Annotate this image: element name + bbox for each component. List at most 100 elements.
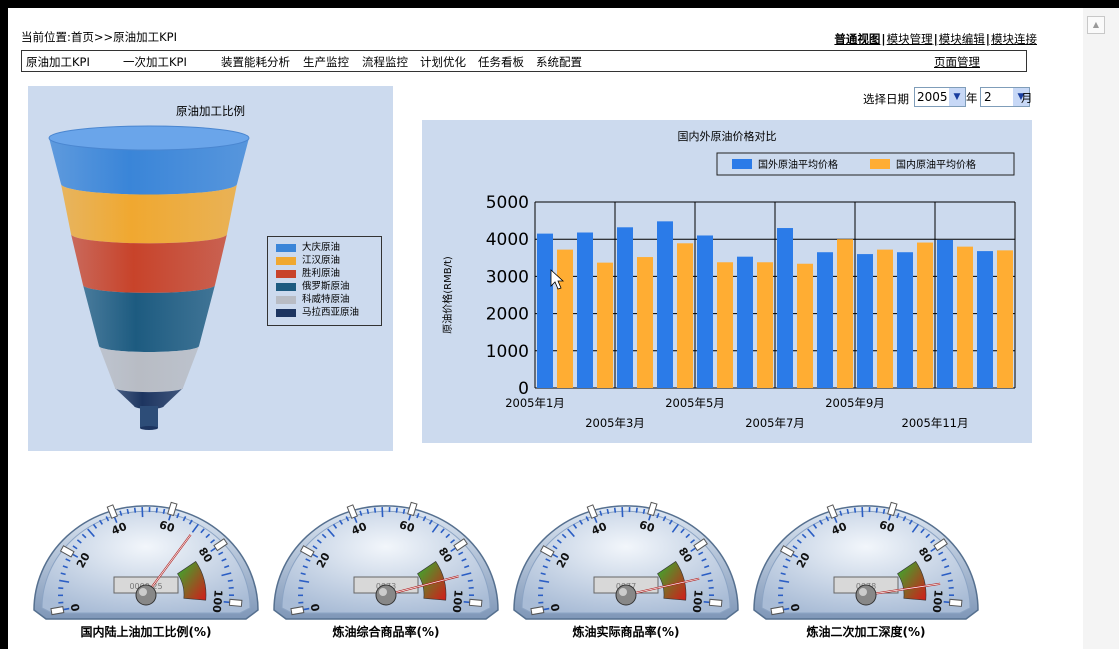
gauge-tick [875, 507, 878, 513]
y-tick-label: 3000 [486, 267, 529, 287]
legend-label: 大庆原油 [302, 242, 341, 253]
link-module-manage[interactable]: 模块管理 [887, 32, 933, 46]
nav-bar: 原油加工KPI 一次加工KPI 装置能耗分析 生产监控 流程监控 计划优化 任务… [21, 50, 1027, 72]
gauge-4: 0204060801000078 [753, 501, 979, 620]
price-bar-chart: 国内外原油价格对比国外原油平均价格 国内原油平均价格010002000300040… [441, 129, 1016, 430]
x-tick-label: 2005年1月 [505, 396, 565, 410]
x-tick-label: 2005年9月 [825, 396, 885, 410]
nav-item-config[interactable]: 系统配置 [536, 54, 582, 70]
gauge-label-4: 炼油二次加工深度(%) [806, 625, 926, 639]
x-tick-label: 2005年7月 [745, 416, 805, 430]
link-normal-view[interactable]: 普通视图 [834, 32, 880, 46]
gauge-tick [395, 507, 398, 513]
page-manage-link[interactable]: 页面管理 [934, 54, 980, 70]
legend-swatch [276, 295, 296, 304]
gauges-area: 0204060801000000.25020406080100007302040… [33, 501, 979, 620]
bar-foreign [777, 228, 793, 388]
gauge-major-tick [948, 598, 963, 607]
bar-foreign [857, 254, 873, 388]
gauge-tick [126, 508, 130, 515]
gauge-tick [373, 507, 377, 513]
legend-label: 江汉原油 [302, 255, 341, 266]
y-tick-label: 2000 [486, 305, 529, 325]
nav-item-tasks[interactable]: 任务看板 [478, 54, 524, 70]
nav-item-production[interactable]: 生产监控 [303, 54, 349, 70]
gauge-tick-label: 100 [210, 589, 225, 613]
gauge-1: 0204060801000000.25 [33, 501, 259, 620]
gauge-hub-shine [619, 588, 627, 596]
view-links: 普通视图|模块管理|模块编辑|模块连接 [834, 32, 1037, 46]
vertical-scrollbar[interactable]: ▲ [1083, 8, 1119, 649]
legend-item: 胜利原油 [276, 268, 340, 280]
bar-domestic [757, 262, 773, 388]
legend-label: 胜利原油 [302, 268, 341, 279]
funnel-segment [99, 346, 199, 393]
nav-item-primary-kpi[interactable]: 一次加工KPI [123, 54, 187, 70]
y-axis-label: 原油价格(RMB/t) [441, 256, 454, 334]
link-module-connect[interactable]: 模块连接 [991, 32, 1037, 46]
year-select[interactable]: 2005 ▼ [914, 87, 966, 107]
gauge-tick [133, 507, 137, 513]
gauge-hub [615, 584, 637, 606]
legend-label: 科威特原油 [302, 294, 350, 305]
chart-legend-swatch [732, 159, 752, 169]
bar-foreign [577, 232, 593, 388]
gauge-2: 0204060801000073 [273, 501, 499, 620]
legend-item: 江汉原油 [276, 255, 340, 267]
gauge-tick [947, 579, 953, 582]
legend-swatch [276, 256, 296, 265]
legend-item: 大庆原油 [276, 242, 340, 254]
gauge-3: 0204060801000077 [513, 501, 739, 620]
page: 当前位置:首页>>原油加工KPI 普通视图|模块管理|模块编辑|模块连接 原油加… [8, 8, 1083, 649]
legend-swatch [276, 243, 296, 252]
bar-domestic [677, 243, 693, 388]
chart-legend-label: 国内原油平均价格 [896, 158, 976, 171]
legend-label: 俄罗斯原油 [302, 281, 350, 292]
gauge-tick [882, 508, 886, 515]
link-module-edit[interactable]: 模块编辑 [939, 32, 985, 46]
x-tick-label: 2005年11月 [902, 416, 969, 430]
funnel-spout-bottom [140, 426, 158, 430]
bar-foreign [977, 251, 993, 388]
date-label: 选择日期 [863, 92, 909, 106]
legend-swatch [276, 308, 296, 317]
x-tick-label: 2005年3月 [585, 416, 645, 430]
gauge-tick [467, 579, 473, 582]
bar-foreign [817, 252, 833, 388]
nav-item-plan[interactable]: 计划优化 [420, 54, 466, 70]
chart-title: 国内外原油价格对比 [678, 129, 777, 143]
y-tick-label: 1000 [486, 342, 529, 362]
bar-foreign [697, 235, 713, 388]
gauge-tick [366, 508, 370, 515]
legend-item: 科威特原油 [276, 294, 350, 306]
scroll-up-icon[interactable]: ▲ [1087, 16, 1105, 34]
gauge-tick [635, 507, 638, 513]
funnel-panel: 原油加工比例 大庆原油 江汉原油 胜利原油 俄罗斯原油 科威特原油 马拉西亚原油 [28, 86, 393, 451]
nav-item-energy[interactable]: 装置能耗分析 [221, 54, 290, 70]
nav-item-crude-kpi[interactable]: 原油加工KPI [26, 54, 90, 70]
bar-domestic [557, 249, 573, 388]
gauge-tick [227, 579, 233, 582]
gauge-tick [402, 508, 406, 515]
bar-domestic [837, 239, 853, 388]
gauge-hub-shine [859, 588, 867, 596]
funnel-legend: 大庆原油江汉原油胜利原油俄罗斯原油科威特原油马拉西亚原油 [267, 236, 382, 326]
bar-domestic [797, 263, 813, 388]
legend-label: 马拉西亚原油 [302, 307, 360, 318]
gauge-tick-label: 100 [450, 589, 465, 613]
gauge-tick [707, 579, 713, 582]
gauge-hub-shine [139, 588, 147, 596]
gauge-tick [162, 508, 166, 515]
bar-foreign [657, 221, 673, 388]
bar-foreign [937, 239, 953, 388]
legend-item: 俄罗斯原油 [276, 281, 350, 293]
nav-item-process[interactable]: 流程监控 [362, 54, 408, 70]
gauge-tick [642, 508, 646, 515]
gauge-tick [155, 507, 158, 513]
bar-domestic [957, 246, 973, 388]
bar-domestic [637, 257, 653, 388]
gauge-tick [613, 507, 617, 513]
gauge-label-1: 国内陆上油加工比例(%) [80, 625, 212, 639]
gauge-tick-label: 100 [930, 589, 945, 613]
gauge-label-2: 炼油综合商品率(%) [332, 625, 440, 639]
